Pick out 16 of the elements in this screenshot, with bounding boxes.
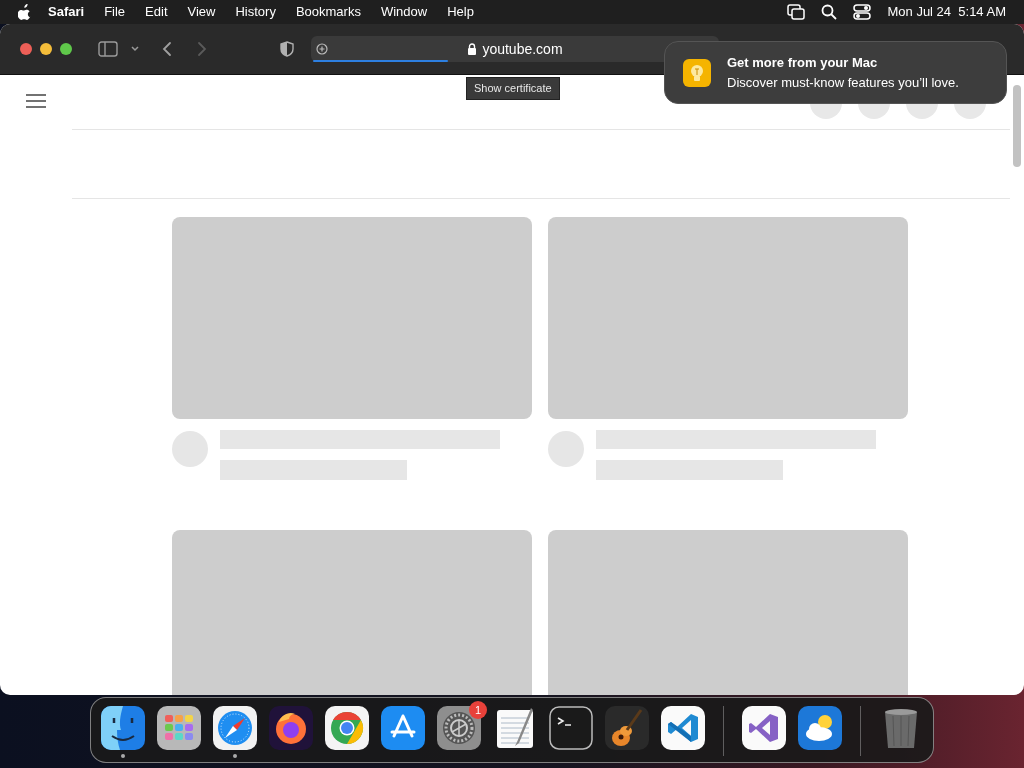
notification-title: Get more from your Mac — [727, 54, 879, 72]
notification-message: Discover must-know features you’ll love. — [727, 73, 959, 92]
tooltip: Show certificate — [466, 77, 560, 100]
app-menu[interactable]: Safari — [38, 0, 95, 24]
menu-item[interactable]: Bookmarks — [285, 0, 371, 24]
menu-bar-clock[interactable]: Mon Jul 24 5:14 AM — [887, 0, 1006, 24]
menu-item[interactable]: Window — [370, 0, 438, 24]
menu-item[interactable]: History — [225, 0, 286, 24]
notification-badge: 1 — [469, 701, 487, 719]
menu-item[interactable]: View — [177, 0, 226, 24]
menu-item[interactable]: File — [94, 0, 136, 24]
url-text: youtube.com — [482, 39, 563, 59]
menu-item[interactable]: Help — [437, 0, 484, 24]
address-field[interactable]: youtube.com — [311, 36, 719, 62]
notification-banner[interactable]: Get more from your Mac Discover must-know features you’ll love. — [664, 41, 1007, 104]
menu-item[interactable]: Edit — [135, 0, 178, 24]
